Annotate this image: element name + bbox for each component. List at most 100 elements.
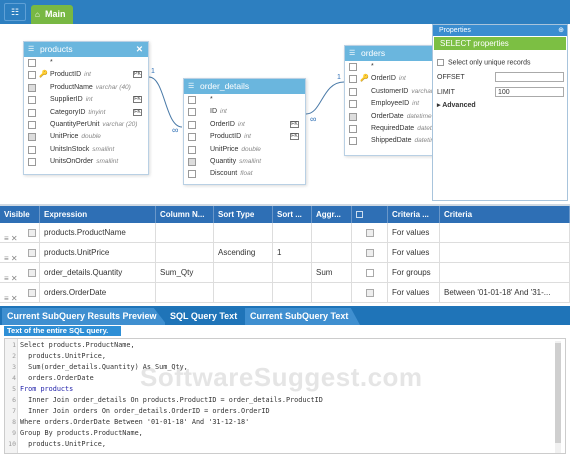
- field-row[interactable]: *: [24, 57, 148, 69]
- field-row[interactable]: OrderID int FK: [184, 119, 305, 131]
- sort-type-cell[interactable]: [214, 263, 273, 283]
- sort-type-cell[interactable]: [214, 223, 273, 243]
- expression-cell[interactable]: products.ProductName: [40, 223, 156, 243]
- checkbox[interactable]: [188, 157, 196, 166]
- field-row[interactable]: EmployeeID int: [345, 98, 435, 110]
- field-row[interactable]: UnitsOnOrder smallint: [24, 156, 148, 168]
- aggregate-cell[interactable]: [312, 223, 352, 243]
- sort-order-cell[interactable]: 1: [273, 243, 312, 263]
- column-name-cell[interactable]: Sum_Qty: [156, 263, 214, 283]
- menu-icon[interactable]: ☰: [188, 79, 194, 94]
- row-controls-icon[interactable]: ≡ ✕: [4, 289, 18, 303]
- field-row[interactable]: QuantityPerUnit varchar (20): [24, 119, 148, 131]
- field-row[interactable]: ProductID int FK: [184, 131, 305, 143]
- offset-input[interactable]: [495, 72, 564, 82]
- scrollbar-thumb[interactable]: [555, 343, 561, 443]
- column-name-cell[interactable]: [156, 283, 214, 303]
- col-header-grouping[interactable]: [352, 206, 388, 223]
- checkbox[interactable]: [188, 170, 196, 179]
- checkbox[interactable]: [28, 133, 36, 142]
- checkbox[interactable]: [188, 108, 196, 117]
- checkbox[interactable]: [28, 59, 36, 67]
- grouping-checkbox[interactable]: [366, 249, 374, 257]
- expression-cell[interactable]: products.UnitPrice: [40, 243, 156, 263]
- col-header-column-name[interactable]: Column N...: [156, 206, 214, 223]
- checkbox[interactable]: [28, 108, 36, 117]
- visible-checkbox[interactable]: [28, 289, 36, 297]
- checkbox[interactable]: [349, 124, 357, 133]
- table-header[interactable]: ☰ products ✕: [24, 42, 148, 57]
- field-row[interactable]: UnitPrice double: [24, 131, 148, 143]
- checkbox[interactable]: [28, 145, 36, 154]
- column-name-cell[interactable]: [156, 243, 214, 263]
- menu-icon[interactable]: ☰: [28, 42, 34, 57]
- col-header-visible[interactable]: Visible: [0, 206, 40, 223]
- expression-cell[interactable]: orders.OrderDate: [40, 283, 156, 303]
- close-icon[interactable]: ✕: [136, 42, 143, 57]
- field-row[interactable]: 🔑 OrderID int: [345, 73, 435, 85]
- criteria-cell[interactable]: [440, 263, 570, 283]
- header-checkbox[interactable]: [356, 211, 363, 219]
- expression-cell[interactable]: order_details.Quantity: [40, 263, 156, 283]
- col-header-expression[interactable]: Expression: [40, 206, 156, 223]
- tab-subquery-text[interactable]: Current SubQuery Text: [245, 308, 360, 325]
- table-orders[interactable]: ☰ orders * 🔑 OrderID int CustomerID varchar …: [344, 45, 436, 156]
- criteria-for-cell[interactable]: For groups: [388, 263, 440, 283]
- checkbox[interactable]: [349, 75, 357, 84]
- aggregate-cell[interactable]: Sum: [312, 263, 352, 283]
- field-row[interactable]: RequiredDatedatetime: [345, 123, 435, 135]
- visible-checkbox[interactable]: [28, 229, 36, 237]
- vertical-scrollbar[interactable]: [555, 341, 561, 453]
- checkbox[interactable]: [28, 120, 36, 129]
- aggregate-cell[interactable]: [312, 243, 352, 263]
- criteria-cell[interactable]: [440, 223, 570, 243]
- checkbox[interactable]: [188, 133, 196, 142]
- col-header-sort-order[interactable]: Sort ...: [273, 206, 312, 223]
- row-controls-icon[interactable]: ≡ ✕: [4, 229, 18, 243]
- checkbox[interactable]: [28, 83, 36, 92]
- criteria-cell[interactable]: Between '01-01-18' And '31-...: [440, 283, 570, 303]
- grouping-checkbox[interactable]: [366, 269, 374, 277]
- field-row[interactable]: 🔑 ProductID int PK: [24, 69, 148, 81]
- grouping-checkbox[interactable]: [366, 289, 374, 297]
- table-row[interactable]: ≡ ✕ order_details.Quantity Sum_Qty Sum F…: [0, 263, 570, 283]
- table-order-details[interactable]: ☰ order_details * ID int OrderID int FK Prod…: [183, 78, 306, 185]
- sort-type-cell[interactable]: [214, 283, 273, 303]
- grouping-checkbox[interactable]: [366, 229, 374, 237]
- table-row[interactable]: ≡ ✕ products.UnitPrice Ascending 1 For v…: [0, 243, 570, 263]
- criteria-cell[interactable]: [440, 243, 570, 263]
- field-row[interactable]: SupplierID int FK: [24, 94, 148, 106]
- checkbox[interactable]: [349, 112, 357, 121]
- row-controls-icon[interactable]: ≡ ✕: [4, 249, 18, 263]
- table-row[interactable]: ≡ ✕ orders.OrderDate For values Between …: [0, 283, 570, 303]
- row-controls-icon[interactable]: ≡ ✕: [4, 269, 18, 283]
- checkbox[interactable]: [188, 145, 196, 154]
- checkbox[interactable]: [188, 120, 196, 129]
- checkbox[interactable]: [349, 63, 357, 71]
- field-row[interactable]: ShippedDatedatetime: [345, 135, 435, 147]
- field-row[interactable]: ID int: [184, 106, 305, 118]
- criteria-for-cell[interactable]: For values: [388, 283, 440, 303]
- sort-order-cell[interactable]: [273, 283, 312, 303]
- tab-sql-query-text[interactable]: SQL Query Text: [165, 308, 249, 325]
- checkbox[interactable]: [349, 137, 357, 146]
- sort-order-cell[interactable]: [273, 223, 312, 243]
- table-header[interactable]: ☰ order_details: [184, 79, 305, 94]
- field-row[interactable]: ProductName varchar (40): [24, 82, 148, 94]
- col-header-sort-type[interactable]: Sort Type: [214, 206, 273, 223]
- checkbox[interactable]: [28, 158, 36, 167]
- pin-icon[interactable]: ⊕: [558, 25, 564, 36]
- sort-type-cell[interactable]: Ascending: [214, 243, 273, 263]
- table-row[interactable]: ≡ ✕ products.ProductName For values: [0, 223, 570, 243]
- criteria-for-cell[interactable]: For values: [388, 243, 440, 263]
- field-row[interactable]: Quantity smallint: [184, 156, 305, 168]
- unique-records-row[interactable]: Select only unique records: [437, 59, 531, 66]
- menu-icon[interactable]: ☰: [349, 46, 355, 61]
- checkbox[interactable]: [28, 96, 36, 105]
- limit-input[interactable]: 100: [495, 87, 564, 97]
- field-row[interactable]: OrderDate datetime: [345, 111, 435, 123]
- visible-checkbox[interactable]: [28, 269, 36, 277]
- criteria-for-cell[interactable]: For values: [388, 223, 440, 243]
- advanced-toggle[interactable]: ▸ Advanced: [437, 101, 476, 109]
- visible-checkbox[interactable]: [28, 249, 36, 257]
